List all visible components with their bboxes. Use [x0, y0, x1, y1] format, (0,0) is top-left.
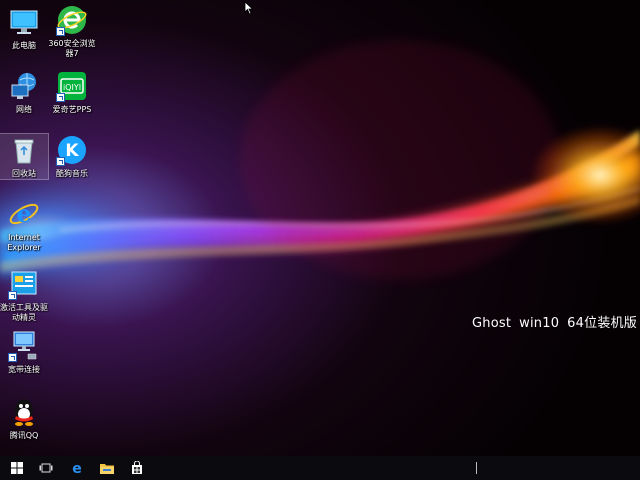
- desktop-icon-network[interactable]: 网络: [0, 70, 48, 115]
- store-button[interactable]: [122, 456, 152, 480]
- desktop-icon-label: 宽带连接: [8, 365, 40, 374]
- 360-browser-icon: [56, 4, 88, 36]
- activation-tools-icon: [8, 268, 40, 300]
- desktop-icon-label: Internet Explorer: [7, 233, 41, 252]
- mouse-cursor-icon: [244, 0, 254, 19]
- edge-icon: e: [72, 461, 82, 475]
- watermark-edition: 64位装机版: [567, 316, 637, 331]
- desktop-icon-activation-tools[interactable]: 激活工具及驱动精灵: [0, 268, 48, 323]
- this-pc-icon: [8, 6, 40, 38]
- desktop-icon-tencent-qq[interactable]: 腾讯QQ: [0, 396, 48, 441]
- broadband-connection-icon: [8, 330, 40, 362]
- store-icon: [132, 461, 142, 474]
- desktop-icon-label: 酷狗音乐: [56, 169, 88, 178]
- start-button[interactable]: [2, 456, 32, 480]
- svg-text:e: e: [72, 461, 82, 475]
- edition-watermark: Ghost win10 64位装机版: [472, 312, 640, 331]
- file-explorer-button[interactable]: [92, 456, 122, 480]
- start-icon: [11, 462, 23, 474]
- desktop-icon-label: 爱奇艺PPS: [52, 105, 92, 114]
- desktop-icon-360-browser[interactable]: 360安全浏览器7: [48, 4, 96, 59]
- desktop-icon-label: 网络: [16, 105, 32, 114]
- desktop-icon-label: 腾讯QQ: [9, 431, 39, 440]
- system-tray-divider: [476, 462, 477, 474]
- shortcut-arrow-icon: [8, 291, 17, 300]
- internet-explorer-icon: e: [8, 198, 40, 230]
- watermark-ghost: Ghost: [472, 316, 512, 331]
- recycle-bin-icon: [8, 134, 40, 166]
- tencent-qq-icon: [8, 396, 40, 428]
- svg-text:iQIYI: iQIYI: [63, 83, 81, 92]
- task-view-icon: [39, 463, 53, 473]
- shortcut-arrow-icon: [56, 93, 65, 102]
- desktop-icon-label: 回收站: [12, 169, 36, 178]
- desktop-icon-broadband-connection[interactable]: 宽带连接: [0, 330, 48, 375]
- edge-button[interactable]: e: [62, 456, 92, 480]
- shortcut-arrow-icon: [8, 353, 17, 362]
- desktop-icon-label: 激活工具及驱动精灵: [0, 303, 48, 322]
- iqiyi-pps-icon: iQIYI: [56, 70, 88, 102]
- svg-text:e: e: [16, 199, 31, 228]
- desktop-icon-internet-explorer[interactable]: e Internet Explorer: [0, 198, 48, 253]
- network-icon: [8, 70, 40, 102]
- task-view-button[interactable]: [31, 456, 61, 480]
- desktop-icon-iqiyi-pps[interactable]: iQIYI 爱奇艺PPS: [48, 70, 96, 115]
- desktop-wallpaper: [0, 0, 640, 456]
- kugou-music-icon: K: [56, 134, 88, 166]
- desktop-icon-label: 此电脑: [12, 41, 36, 50]
- taskbar: e: [0, 456, 640, 480]
- desktop-icon-this-pc[interactable]: 此电脑: [0, 6, 48, 51]
- shortcut-arrow-icon: [56, 27, 65, 36]
- desktop-icon-label: 360安全浏览器7: [48, 39, 96, 58]
- file-explorer-icon: [100, 464, 114, 474]
- shortcut-arrow-icon: [56, 157, 65, 166]
- svg-text:K: K: [65, 141, 79, 161]
- watermark-win10: win10: [519, 316, 560, 331]
- desktop-icon-recycle-bin[interactable]: 回收站: [0, 133, 49, 180]
- desktop-icon-kugou-music[interactable]: K 酷狗音乐: [48, 134, 96, 179]
